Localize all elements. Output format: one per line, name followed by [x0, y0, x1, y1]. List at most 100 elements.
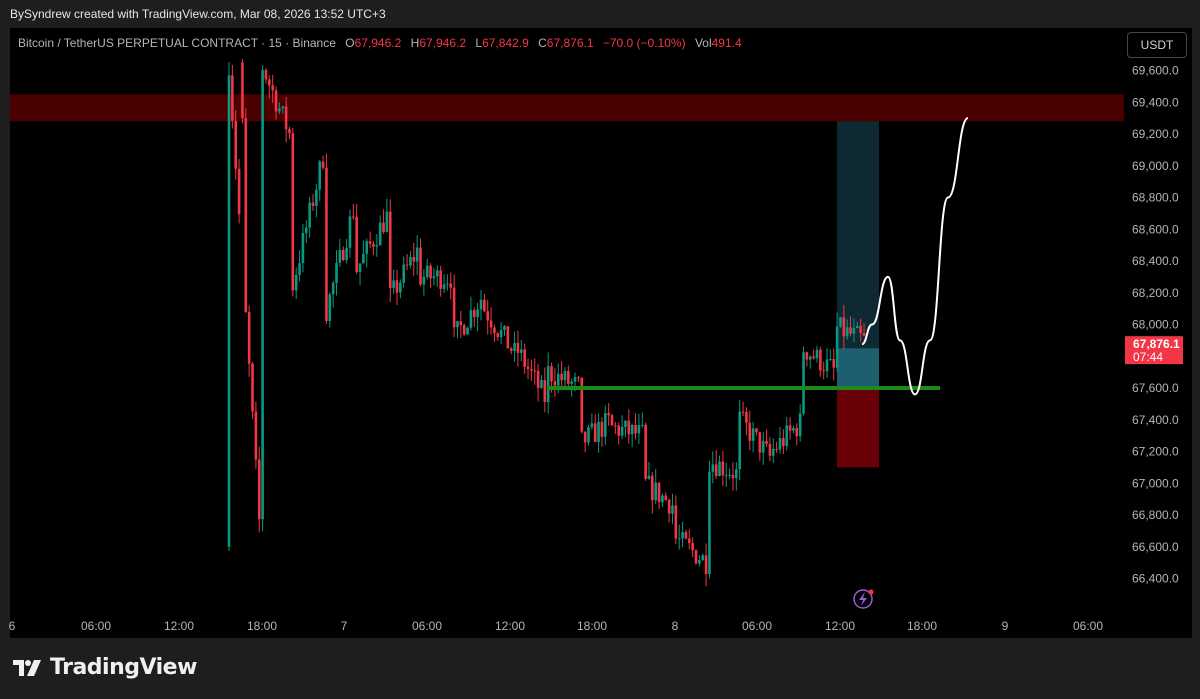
candle[interactable] — [415, 235, 419, 275]
candle[interactable] — [251, 361, 254, 419]
candle[interactable] — [237, 159, 241, 224]
candle[interactable] — [526, 358, 530, 380]
candle[interactable] — [607, 403, 610, 426]
candle[interactable] — [509, 347, 513, 355]
candle[interactable] — [298, 250, 301, 282]
candle[interactable] — [825, 348, 829, 379]
candle[interactable] — [560, 361, 563, 389]
candle[interactable] — [795, 423, 799, 446]
candle[interactable] — [264, 67, 268, 84]
candle[interactable] — [593, 414, 597, 443]
candle[interactable] — [446, 274, 449, 291]
candle[interactable] — [728, 468, 731, 480]
candle[interactable] — [419, 238, 422, 287]
candle[interactable] — [452, 274, 456, 338]
candle[interactable] — [640, 412, 644, 428]
candle[interactable] — [315, 184, 318, 218]
candle[interactable] — [731, 462, 735, 491]
candle[interactable] — [768, 437, 772, 462]
candle[interactable] — [698, 555, 701, 567]
candle[interactable] — [513, 331, 516, 362]
candle[interactable] — [231, 64, 234, 129]
candle[interactable] — [735, 461, 738, 491]
candle[interactable] — [704, 543, 708, 587]
candle[interactable] — [496, 332, 500, 341]
candle[interactable] — [362, 240, 365, 264]
candle[interactable] — [395, 269, 399, 306]
candle[interactable] — [425, 258, 429, 280]
candle[interactable] — [462, 323, 466, 336]
candle[interactable] — [530, 359, 533, 381]
tradingview-logo[interactable]: TradingView — [12, 655, 197, 680]
candle[interactable] — [294, 267, 298, 300]
lightning-alert-icon[interactable] — [853, 589, 874, 609]
candle[interactable] — [533, 358, 537, 385]
candle[interactable] — [375, 234, 379, 257]
candle[interactable] — [476, 302, 479, 332]
candle[interactable] — [741, 401, 745, 417]
candle[interactable] — [368, 231, 372, 248]
candle[interactable] — [822, 361, 825, 380]
candle[interactable] — [751, 421, 755, 453]
candle[interactable] — [677, 524, 681, 550]
candle[interactable] — [815, 345, 819, 363]
candle[interactable] — [308, 196, 311, 238]
candle[interactable] — [335, 250, 338, 296]
candle[interactable] — [301, 223, 305, 273]
candle[interactable] — [624, 419, 627, 437]
candle[interactable] — [583, 431, 587, 453]
candle[interactable] — [436, 265, 439, 288]
candle[interactable] — [318, 160, 322, 202]
candle[interactable] — [577, 375, 580, 382]
candle[interactable] — [708, 460, 711, 579]
candle[interactable] — [365, 238, 369, 268]
candle[interactable] — [644, 422, 647, 481]
candle[interactable] — [785, 417, 789, 451]
candle[interactable] — [798, 404, 802, 442]
candle[interactable] — [486, 299, 490, 335]
candle[interactable] — [422, 268, 426, 296]
candle[interactable] — [684, 529, 688, 540]
candle[interactable] — [331, 280, 335, 308]
candle[interactable] — [472, 307, 476, 327]
candle[interactable] — [304, 220, 308, 243]
candle[interactable] — [385, 198, 389, 233]
candle[interactable] — [792, 425, 795, 434]
candle[interactable] — [503, 325, 506, 336]
candle[interactable] — [724, 462, 728, 487]
candle[interactable] — [654, 468, 657, 505]
candle[interactable] — [546, 352, 550, 414]
candle[interactable] — [372, 240, 375, 255]
candle[interactable] — [227, 62, 231, 551]
candle[interactable] — [567, 365, 570, 387]
candle[interactable] — [328, 292, 332, 328]
candle[interactable] — [808, 355, 812, 369]
candle[interactable] — [499, 322, 503, 344]
candle[interactable] — [536, 363, 540, 402]
candle[interactable] — [456, 320, 459, 339]
candle[interactable] — [778, 426, 782, 454]
candle[interactable] — [788, 417, 792, 440]
candle[interactable] — [718, 455, 721, 477]
candle[interactable] — [674, 495, 678, 545]
candle[interactable] — [432, 268, 436, 286]
candle[interactable] — [378, 215, 382, 246]
candle[interactable] — [829, 349, 832, 362]
symbol-name[interactable]: Bitcoin / TetherUS PERPETUAL CONTRACT · … — [18, 36, 336, 50]
candle[interactable] — [405, 254, 409, 271]
candle[interactable] — [257, 446, 261, 533]
candle[interactable] — [832, 348, 836, 381]
candle[interactable] — [291, 127, 295, 297]
candle[interactable] — [288, 126, 291, 140]
candle[interactable] — [587, 424, 590, 446]
candle[interactable] — [782, 429, 785, 454]
candle[interactable] — [466, 326, 469, 335]
candle[interactable] — [352, 203, 355, 221]
candle[interactable] — [839, 316, 842, 328]
candle[interactable] — [775, 441, 778, 453]
candle[interactable] — [580, 377, 584, 434]
candle[interactable] — [261, 65, 264, 532]
candle[interactable] — [553, 368, 557, 397]
candle[interactable] — [341, 246, 345, 262]
candle[interactable] — [600, 417, 604, 447]
